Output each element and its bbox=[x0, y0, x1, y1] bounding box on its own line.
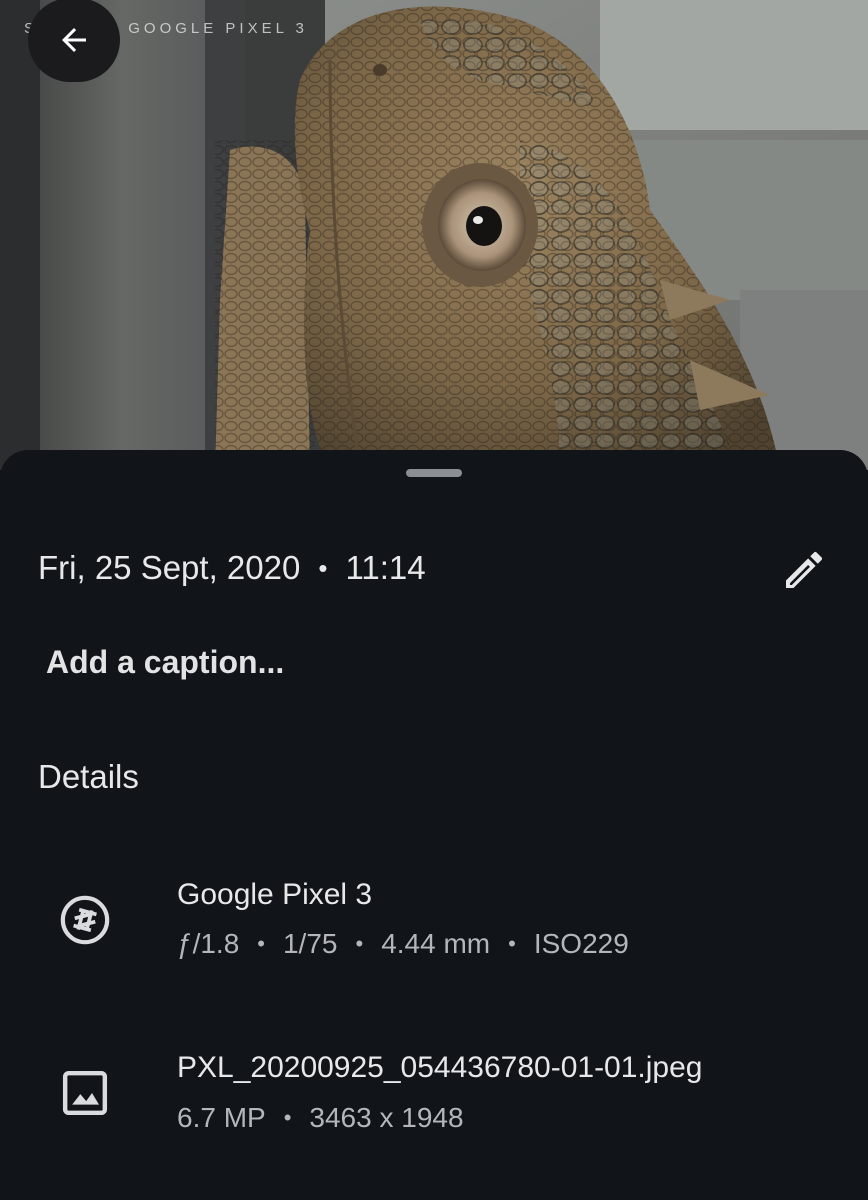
camera-model: Google Pixel 3 bbox=[177, 878, 373, 911]
lizard-photo bbox=[0, 0, 868, 470]
iso-value: ISO229 bbox=[533, 928, 629, 959]
photo-time: 11:14 bbox=[345, 549, 426, 586]
focal-length-value: 4.44 mm bbox=[381, 928, 491, 959]
details-bottom-sheet: Fri, 25 Sept, 2020 • 11:14 Details bbox=[0, 450, 868, 1200]
file-name: PXL_20200925_054436780-01-01.jpeg bbox=[177, 1051, 703, 1084]
camera-settings: ƒ/1.8 • 1/75 • 4.44 mm • ISO229 bbox=[177, 928, 629, 960]
file-info-separator: • bbox=[283, 1105, 292, 1130]
photo-preview[interactable]: SHOT ON GOOGLE PIXEL 3 bbox=[0, 0, 868, 470]
megapixels-value: 6.7 MP bbox=[177, 1102, 266, 1133]
caption-input[interactable] bbox=[46, 640, 746, 684]
settings-separator: • bbox=[508, 931, 516, 956]
file-info: 6.7 MP • 3463 x 1948 bbox=[177, 1102, 464, 1134]
date-separator: • bbox=[318, 552, 328, 583]
aperture-value: ƒ/1.8 bbox=[177, 928, 240, 959]
resolution-value: 3463 x 1948 bbox=[309, 1102, 464, 1133]
photo-details-screen: SHOT ON GOOGLE PIXEL 3 Fri, 25 Sept, 202… bbox=[0, 0, 868, 1200]
pencil-icon bbox=[786, 551, 823, 588]
settings-separator: • bbox=[355, 931, 364, 956]
settings-separator: • bbox=[257, 931, 265, 956]
camera-aperture-icon bbox=[57, 892, 113, 948]
date-time-row[interactable]: Fri, 25 Sept, 2020 • 11:14 bbox=[38, 548, 426, 588]
image-icon bbox=[57, 1065, 113, 1121]
details-heading: Details bbox=[38, 758, 139, 795]
edit-date-button[interactable] bbox=[776, 542, 832, 598]
photo-date: Fri, 25 Sept, 2020 bbox=[38, 549, 301, 586]
arrow-back-icon bbox=[62, 28, 86, 52]
back-button[interactable] bbox=[28, 0, 120, 82]
shutter-value: 1/75 bbox=[282, 928, 338, 959]
drag-handle[interactable] bbox=[406, 469, 462, 477]
